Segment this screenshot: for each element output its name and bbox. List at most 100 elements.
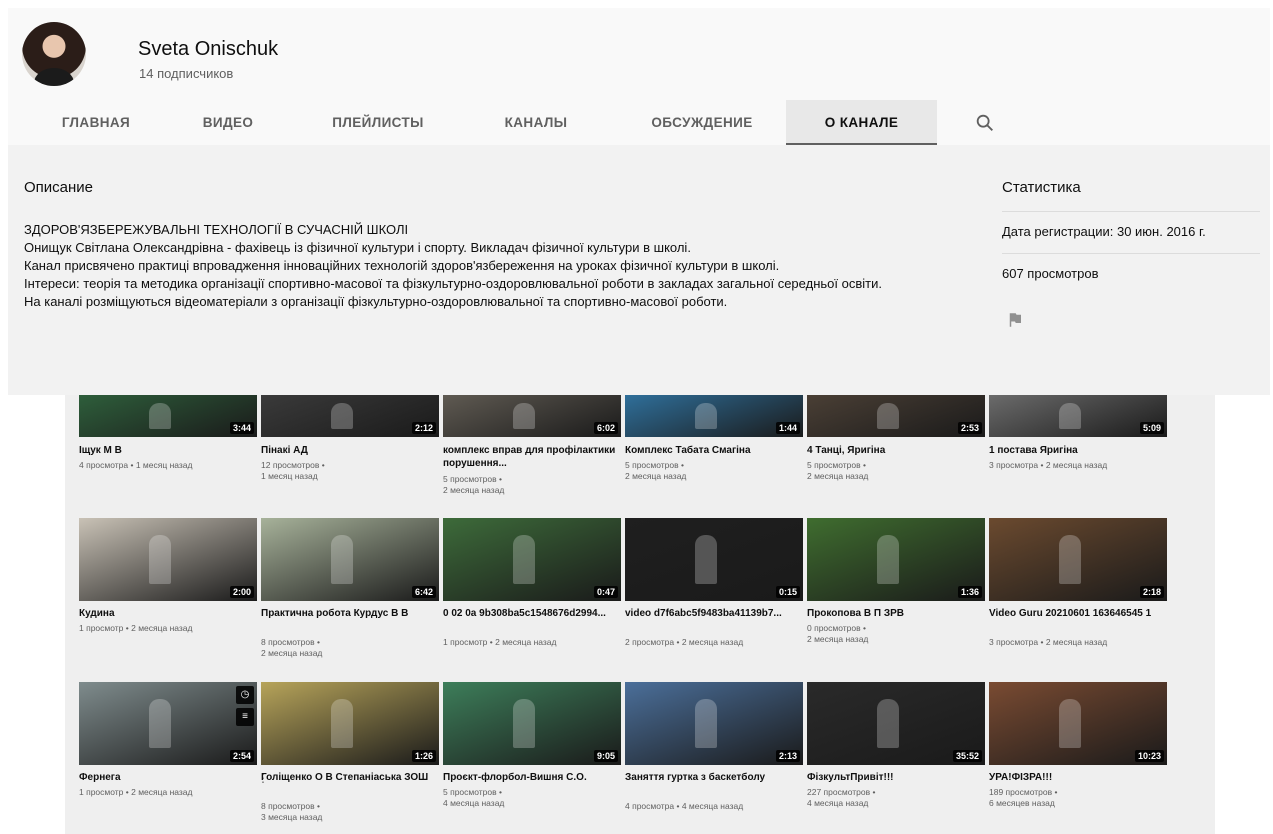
video-title[interactable]: Прокопова В П ЗРВ [807, 607, 983, 620]
video-title[interactable]: комплекс вправ для профілактики порушенн… [443, 444, 619, 470]
video-meta: 227 просмотров • [807, 787, 876, 797]
tab-channels[interactable]: КАНАЛЫ [476, 100, 596, 145]
video-title[interactable]: 4 Танці, Яригіна [807, 444, 983, 457]
video-title[interactable]: Video Guru 20210601 163646545 1 [989, 607, 1165, 620]
video-title[interactable]: ФізкультПривіт!!! [807, 771, 983, 784]
channel-tabs: ГЛАВНАЯ ВИДЕО ПЛЕЙЛИСТЫ КАНАЛЫ ОБСУЖДЕНИ… [8, 100, 1270, 145]
thumbnail-figure [695, 534, 717, 585]
video-meta: 1 просмотр • 2 месяца назад [79, 787, 193, 797]
video-duration: 2:18 [1139, 586, 1164, 598]
tab-playlists[interactable]: ПЛЕЙЛИСТЫ [308, 100, 448, 145]
video-thumbnail[interactable]: 2:12 [261, 395, 439, 437]
video-title[interactable]: Фернега [79, 771, 255, 784]
video-thumbnail[interactable]: 2:54 ◷ ≡ [79, 682, 257, 765]
video-title[interactable]: Проєкт-флорбол-Вишня С.О. [443, 771, 619, 784]
video-duration: 1:26 [411, 750, 436, 762]
flag-icon[interactable] [1006, 311, 1024, 329]
video-title[interactable]: Голіщенко О В Степаніаська ЗОШ [261, 771, 437, 784]
thumbnail-figure [149, 534, 171, 585]
video-duration: 10:23 [1134, 750, 1164, 762]
tab-discussion[interactable]: ОБСУЖДЕНИЕ [622, 100, 782, 145]
video-meta-age: 3 месяца назад [261, 812, 323, 822]
video-duration: 6:42 [411, 586, 436, 598]
video-thumbnail[interactable]: 1:26 [261, 682, 439, 765]
channel-header: Sveta Onischuk 14 подписчиков ГЛАВНАЯ ВИ… [8, 8, 1270, 145]
video-title[interactable]: Кудина [79, 607, 255, 620]
thumbnail-figure [877, 698, 899, 749]
stats-heading: Статистика [1002, 179, 1081, 196]
video-thumbnail[interactable]: 3:44 [79, 395, 257, 437]
thumbnail-figure [695, 698, 717, 749]
description-line: Канал присвячено практиці впровадження і… [24, 258, 780, 273]
video-meta: 1 просмотр • 2 месяца назад [443, 637, 557, 647]
video-thumbnail[interactable]: 2:18 [989, 518, 1167, 601]
video-title[interactable]: Іщук М В [79, 444, 255, 457]
tab-videos[interactable]: ВИДЕО [178, 100, 278, 145]
tab-home[interactable]: ГЛАВНАЯ [36, 100, 156, 145]
video-title[interactable]: 1 постава Яригіна [989, 444, 1165, 457]
thumbnail-figure [331, 698, 353, 749]
video-duration: 9:05 [593, 750, 618, 762]
video-thumbnail[interactable]: 35:52 [807, 682, 985, 765]
video-title[interactable]: Пінакі АД [261, 444, 437, 457]
channel-description: ЗДОРОВ'ЯЗБЕРЕЖУВАЛЬНІ ТЕХНОЛОГІЇ В СУЧАС… [24, 221, 894, 311]
video-meta-age: 6 месяцев назад [989, 798, 1055, 808]
video-duration: 2:00 [229, 586, 254, 598]
video-thumbnail[interactable]: 0:47 [443, 518, 621, 601]
thumbnail-figure [149, 698, 171, 749]
video-thumbnail[interactable]: 10:23 [989, 682, 1167, 765]
description-line: Інтереси: теорія та методика організації… [24, 276, 882, 291]
video-thumbnail[interactable]: 2:53 [807, 395, 985, 437]
video-meta: 8 просмотров • [261, 637, 320, 647]
video-thumbnail[interactable]: 1:36 [807, 518, 985, 601]
video-meta: 8 просмотров • [261, 801, 320, 811]
video-duration: 2:12 [411, 422, 436, 434]
video-meta: 189 просмотров • [989, 787, 1058, 797]
video-thumbnail[interactable]: 9:05 [443, 682, 621, 765]
video-thumbnail[interactable]: 5:09 [989, 395, 1167, 437]
video-title[interactable]: video d7f6abc5f9483ba41139b7... [625, 607, 801, 620]
thumbnail-figure [149, 403, 171, 429]
video-grid: 3:44 Іщук М В 4 просмотра • 1 месяц назад 2… [65, 395, 1215, 834]
description-line: Онищук Світлана Олександрівна - фахівець… [24, 240, 691, 255]
video-meta: 2 просмотра • 2 месяца назад [625, 637, 744, 647]
subscriber-count: 14 подписчиков [139, 66, 234, 81]
video-title[interactable]: Комплекс Табата Смагіна [625, 444, 801, 457]
video-thumbnail[interactable]: 0:15 [625, 518, 803, 601]
video-thumbnail[interactable]: 6:42 [261, 518, 439, 601]
thumbnail-figure [1059, 403, 1081, 429]
video-thumbnail[interactable]: 6:02 [443, 395, 621, 437]
channel-avatar[interactable] [22, 22, 86, 86]
video-meta: 1 просмотр • 2 месяца назад [79, 623, 193, 633]
channel-name: Sveta Onischuk [138, 38, 279, 60]
video-title[interactable]: 0 02 0a 9b308ba5c1548676d2994... [443, 607, 619, 620]
search-icon[interactable] [974, 112, 996, 134]
video-meta-age: 1 месяц назад [261, 471, 318, 481]
video-meta-age: 2 месяца назад [443, 485, 505, 495]
video-meta-age: 2 месяца назад [261, 648, 323, 658]
description-line: На каналі розміщуються відеоматеріали з … [24, 294, 728, 309]
video-duration: 2:53 [957, 422, 982, 434]
video-duration: 1:36 [957, 586, 982, 598]
watch-later-icon[interactable]: ◷ [236, 686, 254, 704]
video-meta-age: 4 месяца назад [443, 798, 505, 808]
video-meta: 12 просмотров • [261, 460, 325, 470]
video-meta-age: 2 месяца назад [807, 634, 869, 644]
video-thumbnail[interactable]: 2:13 [625, 682, 803, 765]
thumbnail-figure [513, 403, 535, 429]
thumbnail-figure [1059, 698, 1081, 749]
tab-about[interactable]: О КАНАЛЕ [786, 100, 937, 145]
thumbnail-figure [331, 534, 353, 585]
total-views: 607 просмотров [1002, 253, 1260, 281]
video-thumbnail[interactable]: 1:44 [625, 395, 803, 437]
video-title[interactable]: Практична робота Курдус В В [261, 607, 437, 620]
thumbnail-figure [513, 698, 535, 749]
video-duration: 6:02 [593, 422, 618, 434]
video-thumbnail[interactable]: 2:00 [79, 518, 257, 601]
video-title[interactable]: Заняття гуртка з баскетболу [625, 771, 801, 784]
about-panel: Описание ЗДОРОВ'ЯЗБЕРЕЖУВАЛЬНІ ТЕХНОЛОГІ… [8, 145, 1270, 395]
video-duration: 2:54 [229, 750, 254, 762]
add-to-queue-icon[interactable]: ≡ [236, 708, 254, 726]
video-title[interactable]: УРА!ФІЗРА!!! [989, 771, 1165, 784]
video-meta: 5 просмотров • [625, 460, 684, 470]
